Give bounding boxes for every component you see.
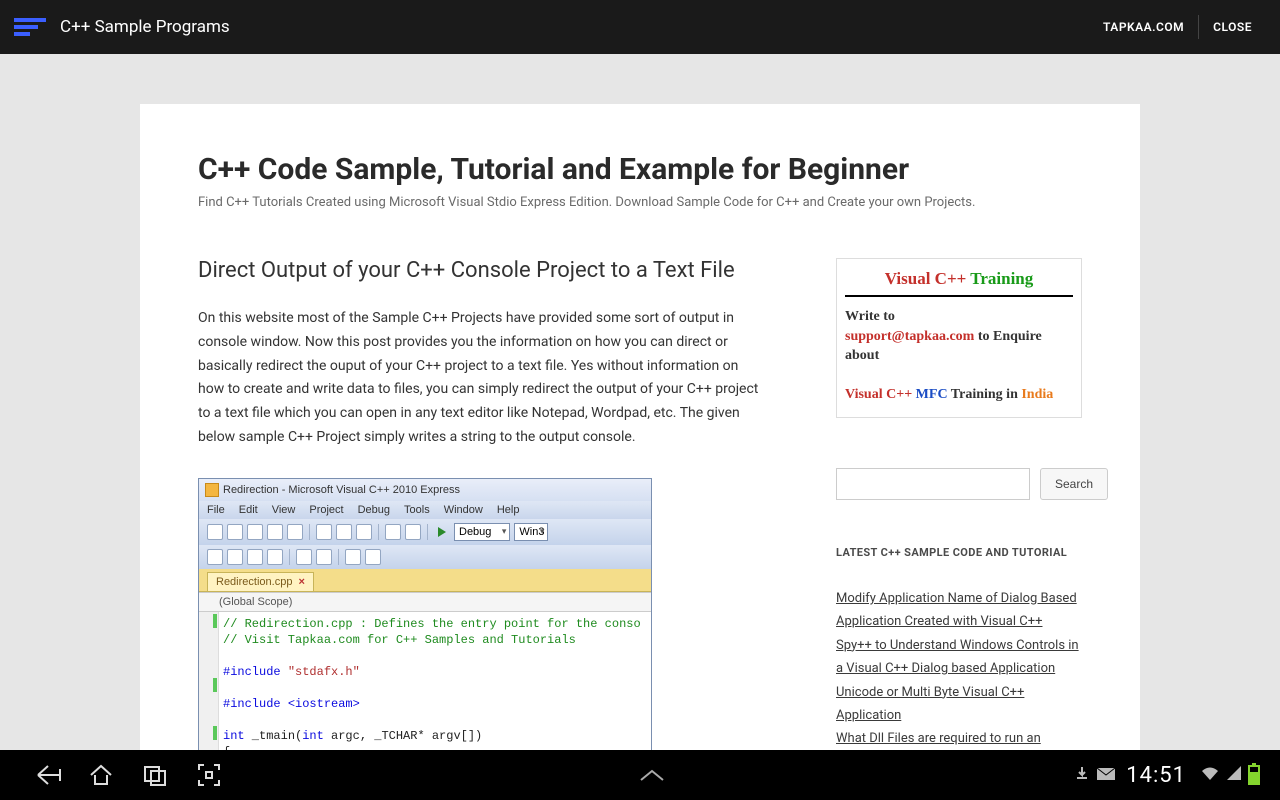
latest-links: Modify Application Name of Dialog Based … — [836, 587, 1082, 751]
menu-debug[interactable]: Debug — [358, 504, 390, 516]
ide-toolbar-2 — [199, 545, 651, 569]
tool-icon[interactable] — [247, 549, 263, 565]
tool-icon[interactable] — [316, 549, 332, 565]
run-icon[interactable] — [438, 527, 446, 537]
signal-icon — [1226, 765, 1242, 785]
close-button[interactable]: CLOSE — [1199, 20, 1266, 34]
latest-heading: LATEST C++ SAMPLE CODE AND TUTORIAL — [836, 546, 1082, 559]
code-include: #include — [223, 665, 288, 679]
close-tab-icon[interactable]: × — [298, 576, 304, 588]
site-description: Find C++ Tutorials Created using Microso… — [198, 195, 1082, 210]
vs-icon — [205, 483, 219, 497]
new-project-icon[interactable] — [207, 524, 223, 540]
open-icon[interactable] — [247, 524, 263, 540]
wifi-icon — [1200, 765, 1220, 785]
battery-icon — [1248, 765, 1260, 785]
vc-training-widget: Visual C++ Training Write to support@tap… — [836, 258, 1082, 418]
site-home-link[interactable]: TAPKAA.COM — [1089, 20, 1198, 34]
post-link[interactable]: Unicode or Multi Byte Visual C++ Applica… — [836, 681, 1082, 728]
ide-scope[interactable]: (Global Scope) — [199, 592, 651, 612]
android-navbar: 14:51 — [0, 750, 1280, 800]
ide-tab-label: Redirection.cpp — [216, 576, 292, 588]
ide-window-title: Redirection - Microsoft Visual C++ 2010 … — [223, 484, 460, 496]
app-title: C++ Sample Programs — [60, 17, 230, 37]
tool-icon[interactable] — [365, 549, 381, 565]
menu-file[interactable]: File — [207, 504, 225, 516]
ide-tab[interactable]: Redirection.cpp × — [207, 572, 314, 591]
mail-icon — [1096, 766, 1116, 785]
redo-icon[interactable] — [405, 524, 421, 540]
recents-icon[interactable] — [128, 750, 182, 800]
post-link[interactable]: Modify Application Name of Dialog Based … — [836, 587, 1082, 634]
app-logo-icon — [14, 18, 46, 36]
tool-icon[interactable] — [207, 549, 223, 565]
post-body: On this website most of the Sample C++ P… — [198, 307, 766, 450]
menu-view[interactable]: View — [272, 504, 296, 516]
menu-help[interactable]: Help — [497, 504, 520, 516]
expand-up-icon[interactable] — [625, 750, 679, 800]
page-card: C++ Code Sample, Tutorial and Example fo… — [140, 104, 1140, 800]
post-link[interactable]: Spy++ to Understand Windows Controls in … — [836, 634, 1082, 681]
tool-icon[interactable] — [296, 549, 312, 565]
vc-title: Visual C++ Training — [845, 269, 1073, 297]
platform-select[interactable]: Win3 — [514, 523, 548, 541]
home-icon[interactable] — [74, 750, 128, 800]
screenshot-icon[interactable] — [182, 750, 236, 800]
menu-window[interactable]: Window — [444, 504, 483, 516]
paste-icon[interactable] — [356, 524, 372, 540]
post-title[interactable]: Direct Output of your C++ Console Projec… — [198, 258, 766, 283]
tool-icon[interactable] — [345, 549, 361, 565]
config-select[interactable]: Debug — [454, 523, 510, 541]
ide-tabstrip: Redirection.cpp × — [199, 569, 651, 592]
ide-toolbar-1: Debug Win3 — [199, 519, 651, 545]
save-all-icon[interactable] — [287, 524, 303, 540]
undo-icon[interactable] — [385, 524, 401, 540]
vc-text: Write to support@tapkaa.com to Enquire a… — [845, 307, 1073, 405]
site-title: C++ Code Sample, Tutorial and Example fo… — [198, 152, 1082, 187]
menu-edit[interactable]: Edit — [239, 504, 258, 516]
tool-icon[interactable] — [227, 549, 243, 565]
ide-screenshot: Redirection - Microsoft Visual C++ 2010 … — [198, 478, 652, 781]
ide-menubar: File Edit View Project Debug Tools Windo… — [199, 501, 651, 519]
search-button[interactable]: Search — [1040, 468, 1108, 500]
copy-icon[interactable] — [336, 524, 352, 540]
download-icon — [1074, 765, 1090, 785]
ide-titlebar: Redirection - Microsoft Visual C++ 2010 … — [199, 479, 651, 501]
search-widget: Search — [836, 468, 1082, 500]
search-input[interactable] — [836, 468, 1030, 500]
save-icon[interactable] — [267, 524, 283, 540]
main-column: Direct Output of your C++ Console Projec… — [198, 258, 766, 781]
tool-icon[interactable] — [267, 549, 283, 565]
menu-project[interactable]: Project — [309, 504, 343, 516]
clock: 14:51 — [1126, 763, 1186, 788]
code-include: #include — [223, 697, 288, 711]
app-topbar: C++ Sample Programs TAPKAA.COM CLOSE — [0, 0, 1280, 54]
add-item-icon[interactable] — [227, 524, 243, 540]
menu-tools[interactable]: Tools — [404, 504, 430, 516]
code-comment: // Redirection.cpp : Defines the entry p… — [223, 617, 641, 631]
post-link[interactable]: What Dll Files are required to run an — [836, 727, 1082, 750]
code-comment: // Visit Tapkaa.com for C++ Samples and … — [223, 633, 576, 647]
back-icon[interactable] — [20, 750, 74, 800]
sidebar: Visual C++ Training Write to support@tap… — [836, 258, 1082, 781]
cut-icon[interactable] — [316, 524, 332, 540]
